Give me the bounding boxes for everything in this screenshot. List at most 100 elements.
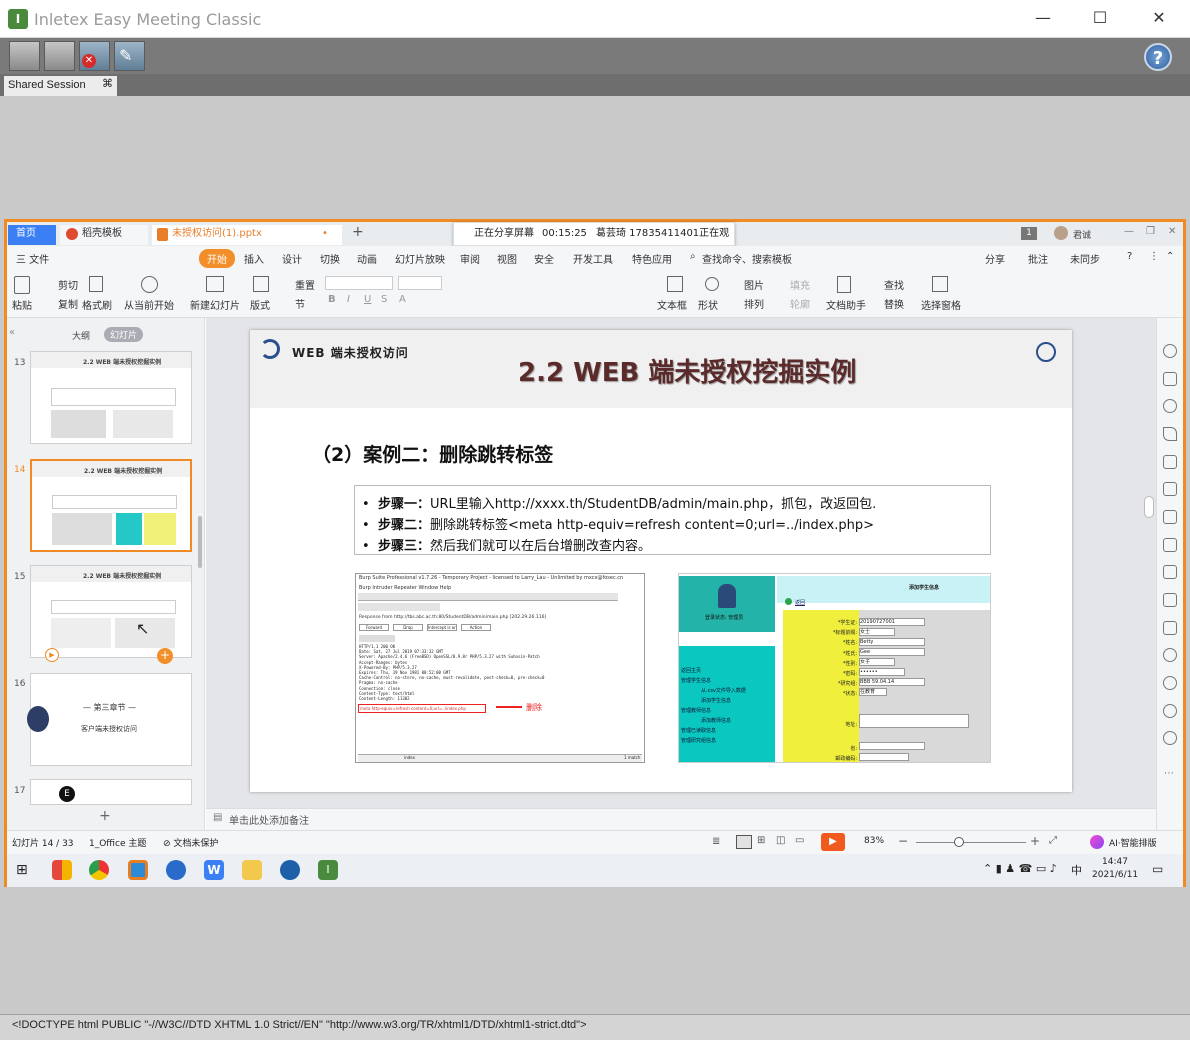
clock-date[interactable]: 2021/6/11 bbox=[1092, 870, 1138, 880]
history-icon[interactable] bbox=[1163, 704, 1177, 718]
windows-start-icon[interactable]: ⊞ bbox=[16, 862, 28, 878]
shape-button[interactable]: 形状 bbox=[698, 297, 718, 312]
strike-button[interactable]: S bbox=[381, 294, 387, 305]
tab-close-icon[interactable]: ⌘ bbox=[102, 77, 113, 90]
menu-home[interactable]: 开始 bbox=[199, 249, 235, 268]
from-current-button[interactable]: 从当前开始 bbox=[124, 297, 174, 312]
zoom-slider[interactable] bbox=[916, 842, 1026, 843]
shared-session-tab[interactable]: Shared Session bbox=[4, 76, 117, 96]
tray-icons[interactable]: ⌃ ▮ ♟ ☎ ▭ ♪ bbox=[983, 862, 1057, 875]
archive-icon[interactable] bbox=[1163, 593, 1177, 607]
zoom-in-button[interactable]: + bbox=[1030, 834, 1040, 848]
share-action[interactable]: 分享 bbox=[985, 251, 1005, 266]
cut-button[interactable]: 剪切 bbox=[58, 277, 78, 292]
picture-button[interactable]: 图片 bbox=[744, 277, 764, 292]
slide-thumbnail-13[interactable]: 2.2 WEB 端未授权挖掘实例 bbox=[30, 351, 192, 444]
slide-thumbnail-14[interactable]: 2.2 WEB 端未授权挖掘实例 bbox=[30, 459, 192, 552]
file-explorer-icon[interactable] bbox=[242, 860, 262, 880]
slide-thumbnail-16[interactable]: — 第三章节 — 客户端未授权访问 bbox=[27, 673, 192, 766]
copy-icon[interactable] bbox=[1163, 372, 1177, 386]
textbox-button[interactable]: 文本框 bbox=[657, 297, 687, 312]
new-tab-button[interactable]: + bbox=[352, 224, 364, 240]
menu-animation[interactable]: 动画 bbox=[357, 251, 377, 266]
record-icon[interactable] bbox=[1163, 676, 1177, 690]
ime-indicator[interactable]: 中 bbox=[1071, 862, 1082, 878]
wps-restore-button[interactable]: ❐ bbox=[1146, 226, 1155, 237]
underline-button[interactable]: U bbox=[364, 294, 371, 305]
more-tools-icon[interactable]: ⋯ bbox=[1164, 768, 1174, 779]
app-tiles-icon[interactable] bbox=[52, 860, 72, 880]
slideshow-play-button[interactable]: ▶ bbox=[821, 833, 845, 851]
menu-review[interactable]: 审阅 bbox=[460, 251, 480, 266]
more-icon[interactable]: ⋮ bbox=[1149, 251, 1159, 262]
play-from-here-icon[interactable]: ▶ bbox=[45, 648, 59, 662]
find-button[interactable]: 查找 bbox=[884, 277, 904, 292]
reset-button[interactable]: 重置 bbox=[295, 277, 315, 292]
chrome-icon[interactable] bbox=[89, 860, 109, 880]
help-icon[interactable]: ? bbox=[1127, 251, 1132, 262]
gallery-icon[interactable] bbox=[1163, 538, 1177, 552]
audio-icon[interactable] bbox=[1163, 648, 1177, 662]
grid-icon[interactable] bbox=[1163, 455, 1177, 469]
menu-design[interactable]: 设计 bbox=[282, 251, 302, 266]
italic-button[interactable]: I bbox=[347, 294, 350, 305]
font-size-select[interactable] bbox=[398, 276, 442, 290]
menu-view[interactable]: 视图 bbox=[497, 251, 517, 266]
network-app-icon[interactable] bbox=[280, 860, 300, 880]
add-slide-button[interactable]: + bbox=[99, 808, 111, 824]
avatar[interactable] bbox=[1054, 226, 1068, 240]
slide-thumbnail-17[interactable]: E bbox=[30, 779, 192, 805]
add-session-button[interactable] bbox=[9, 41, 40, 71]
wps-writer-icon[interactable]: W bbox=[204, 860, 224, 880]
reading-view-icon[interactable]: ◫ bbox=[776, 835, 785, 846]
tab-slides[interactable]: 幻灯片 bbox=[104, 327, 144, 342]
copy-button[interactable]: 复制 bbox=[58, 296, 78, 311]
notification-icon[interactable]: ▭ bbox=[1152, 862, 1163, 876]
tab-document[interactable]: 未授权访问(1).pptx • bbox=[152, 225, 342, 245]
menu-insert[interactable]: 插入 bbox=[244, 251, 264, 266]
sorter-view-icon[interactable]: ⊞ bbox=[757, 835, 765, 846]
menu-features[interactable]: 特色应用 bbox=[632, 251, 672, 266]
menu-developer[interactable]: 开发工具 bbox=[573, 251, 613, 266]
tab-home[interactable]: 首页 bbox=[8, 225, 56, 245]
meeting-app-icon[interactable]: I bbox=[318, 860, 338, 880]
help-button[interactable]: ? bbox=[1144, 43, 1172, 71]
collapse-ribbon-icon[interactable]: ⌃ bbox=[1166, 251, 1174, 262]
zoom-level[interactable]: 83% bbox=[864, 836, 884, 846]
wps-minimize-button[interactable]: — bbox=[1124, 226, 1134, 237]
assistant-button[interactable]: 文档助手 bbox=[826, 297, 866, 312]
menu-transition[interactable]: 切换 bbox=[320, 251, 340, 266]
font-color-button[interactable]: A bbox=[399, 294, 406, 305]
slide-thumbnail-15[interactable]: 2.2 WEB 端未授权挖掘实例 ▶ + bbox=[30, 565, 192, 664]
paste-button[interactable]: 粘贴 bbox=[12, 297, 32, 312]
canvas-scrollbar[interactable] bbox=[1144, 496, 1154, 518]
zoom-out-button[interactable]: − bbox=[898, 834, 908, 848]
section-button[interactable]: 节 bbox=[295, 296, 305, 311]
export-icon[interactable] bbox=[1163, 565, 1177, 579]
arrange-button[interactable]: 排列 bbox=[744, 296, 764, 311]
browser-icon[interactable] bbox=[166, 860, 186, 880]
pin-icon[interactable] bbox=[1163, 344, 1177, 358]
tab-templates[interactable]: 稻壳模板 bbox=[60, 225, 148, 245]
zoom-slider-thumb[interactable] bbox=[954, 837, 964, 847]
screen-share-app-icon[interactable] bbox=[128, 860, 148, 880]
notes-input[interactable]: 单击此处添加备注 bbox=[229, 812, 309, 827]
normal-view-icon[interactable] bbox=[736, 835, 752, 849]
replace-button[interactable]: 替换 bbox=[884, 296, 904, 311]
image-icon[interactable] bbox=[1163, 621, 1177, 635]
style-icon[interactable] bbox=[1163, 427, 1177, 441]
help-circle-icon[interactable] bbox=[1163, 731, 1177, 745]
fit-window-icon[interactable]: ⤢ bbox=[1049, 835, 1057, 846]
select-pane-button[interactable]: 选择窗格 bbox=[921, 297, 961, 312]
layout-button[interactable]: 版式 bbox=[250, 297, 270, 312]
video-icon[interactable]: ▭ bbox=[795, 835, 804, 846]
draw-button[interactable]: ✎ bbox=[114, 41, 145, 71]
collapse-pane-icon[interactable]: « bbox=[9, 327, 15, 338]
shapes-icon[interactable] bbox=[1163, 399, 1177, 413]
chart-icon[interactable] bbox=[1163, 482, 1177, 496]
close-button[interactable]: ✕ bbox=[1149, 8, 1169, 28]
pane-scrollbar[interactable] bbox=[198, 516, 202, 568]
wps-close-button[interactable]: ✕ bbox=[1168, 226, 1176, 237]
join-session-button[interactable] bbox=[44, 41, 75, 71]
new-slide-button[interactable]: 新建幻灯片 bbox=[190, 297, 240, 312]
